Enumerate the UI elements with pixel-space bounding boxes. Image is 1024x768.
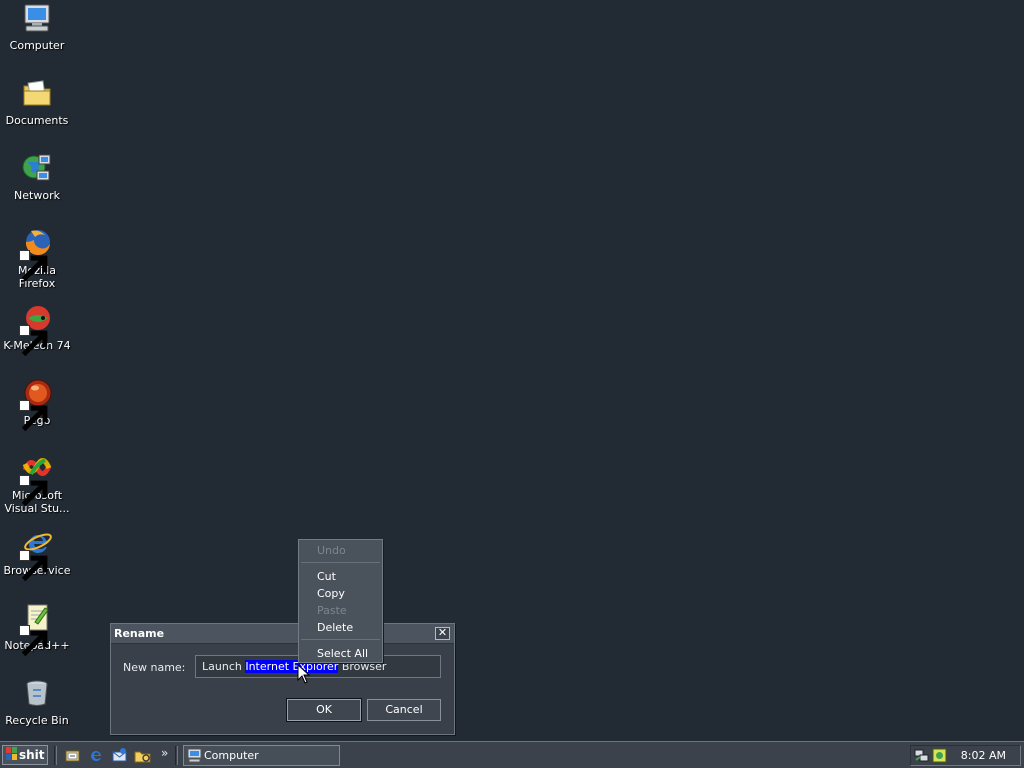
documents-folder-icon [21, 77, 53, 109]
start-label: shit [19, 748, 45, 762]
menu-item-copy[interactable]: Copy [299, 585, 382, 602]
menu-item-cut[interactable]: Cut [299, 568, 382, 585]
pego-icon [19, 377, 53, 432]
input-text-before: Launch [202, 660, 246, 673]
close-button[interactable]: ✕ [435, 627, 450, 640]
quick-launch-chevron-icon[interactable]: » [161, 746, 168, 760]
visual-studio-icon [19, 452, 53, 507]
desktop-icon-network[interactable]: Network [0, 152, 74, 202]
menu-item-undo[interactable]: Undo [299, 542, 382, 559]
network-tray-icon[interactable] [914, 748, 929, 763]
menu-separator [301, 639, 380, 640]
notepad-plus-plus-icon [19, 602, 53, 657]
internet-explorer-icon [19, 527, 53, 582]
mouse-cursor-icon [297, 664, 311, 684]
start-logo-icon [6, 747, 17, 760]
cancel-button[interactable]: Cancel [367, 699, 441, 721]
desktop-icon-label: Documents [5, 114, 69, 127]
shortcut-arrow-icon [19, 325, 48, 357]
task-button-computer[interactable]: Computer [183, 745, 340, 766]
desktop-icon-label: Computer [9, 39, 65, 52]
menu-item-delete[interactable]: Delete [299, 619, 382, 636]
outlook-express-icon[interactable] [111, 747, 128, 764]
system-tray: 8:02 AM [910, 745, 1021, 766]
menu-item-paste[interactable]: Paste [299, 602, 382, 619]
firefox-icon [19, 227, 53, 282]
computer-icon [187, 748, 202, 763]
shortcut-arrow-icon [19, 550, 48, 582]
desktop-icon-browservice[interactable]: Browservice [0, 527, 74, 582]
desktop-icon-computer[interactable]: Computer [0, 2, 74, 52]
rename-dialog: Rename ✕ New name: Launch Internet Explo… [110, 623, 455, 735]
desktop-icon-k-meleon[interactable]: K-Meleon 74 [0, 302, 74, 357]
desktop-icon-visual-studio[interactable]: Microsoft Visual Stu... [0, 452, 74, 515]
dialog-title: Rename [114, 627, 165, 640]
desktop-icon-label: Network [14, 189, 60, 202]
desktop-icon-pego[interactable]: Pego [0, 377, 74, 432]
shortcut-arrow-icon [19, 250, 48, 282]
app-tray-icon[interactable] [932, 748, 947, 763]
ok-button[interactable]: OK [286, 698, 362, 722]
desktop-icon-label: Recycle Bin [5, 714, 69, 727]
menu-separator [301, 562, 380, 563]
shortcut-arrow-icon [19, 625, 48, 657]
menu-item-select-all[interactable]: Select All [299, 645, 382, 662]
new-name-label: New name: [123, 661, 186, 674]
taskbar-divider [175, 746, 178, 765]
taskbar-divider [54, 746, 57, 765]
desktop-icon-firefox[interactable]: Mozilla Firefox [0, 227, 74, 290]
show-desktop-icon[interactable] [64, 747, 81, 764]
k-meleon-icon [19, 302, 53, 357]
desktop-icon-notepad-plus-plus[interactable]: Notepad++ [0, 602, 74, 657]
dialog-titlebar[interactable]: Rename ✕ [111, 624, 454, 644]
desktop-icon-recycle-bin[interactable]: Recycle Bin [0, 677, 74, 727]
internet-explorer-icon[interactable] [88, 747, 105, 764]
network-icon [21, 152, 53, 184]
start-button[interactable]: shit [2, 745, 48, 765]
task-button-label: Computer [204, 749, 259, 762]
computer-icon [21, 2, 53, 34]
taskbar: shit » Computer 8:02 AM [0, 741, 1024, 768]
recycle-bin-icon [21, 677, 53, 709]
explorer-folder-icon[interactable] [134, 747, 151, 764]
shortcut-arrow-icon [19, 400, 48, 432]
shortcut-arrow-icon [19, 475, 48, 507]
desktop-icon-documents[interactable]: Documents [0, 77, 74, 127]
clock[interactable]: 8:02 AM [961, 749, 1006, 762]
edit-context-menu: Undo Cut Copy Paste Delete Select All [298, 539, 383, 663]
